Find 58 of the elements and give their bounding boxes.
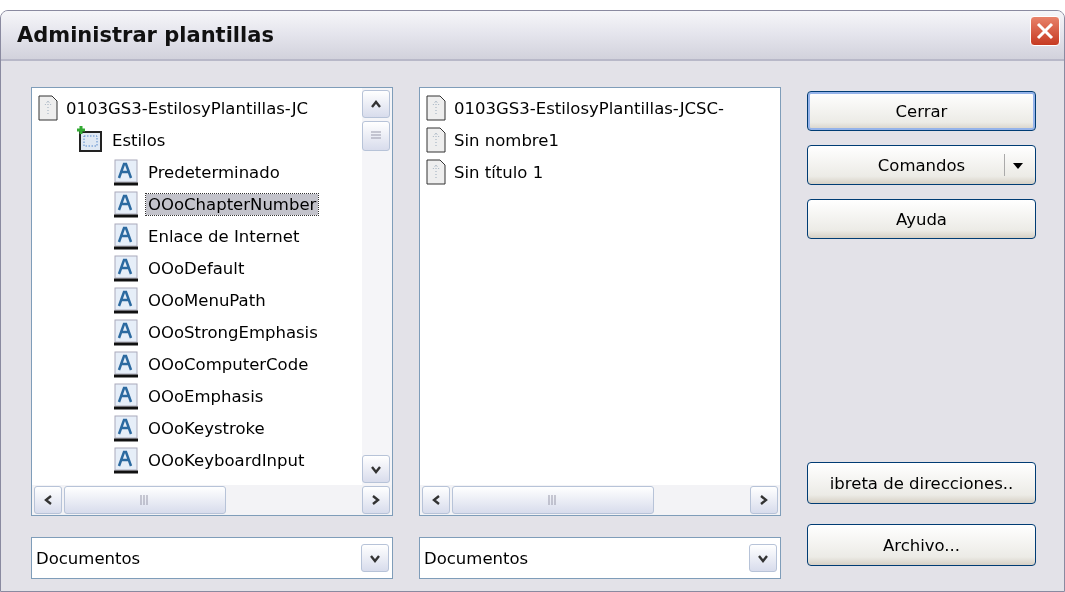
scroll-up-button[interactable]	[362, 90, 390, 118]
tree-item[interactable]: OOoStrongEmphasis	[146, 321, 320, 343]
tree-item[interactable]: OOoDefault	[146, 257, 247, 279]
document-icon	[426, 159, 446, 185]
dropdown[interactable]: Documentos	[419, 537, 781, 579]
tree-item[interactable]: Predeterminado	[146, 161, 282, 183]
style-icon	[114, 286, 140, 314]
grip-icon	[140, 495, 150, 505]
document-icon	[38, 95, 58, 121]
close-dialog-button[interactable]: Cerrar	[807, 91, 1036, 131]
dialog-button[interactable]: Archivo...	[807, 524, 1036, 566]
dropdown-button[interactable]: Comandos	[807, 145, 1036, 185]
dropdown[interactable]: Documentos	[31, 537, 393, 579]
tree-item[interactable]: OOoEmphasis	[146, 385, 266, 407]
scroll-right-button[interactable]	[750, 486, 778, 514]
style-icon	[114, 158, 140, 186]
scroll-down-button[interactable]	[362, 455, 390, 483]
list-item[interactable]: 0103GS3-EstilosyPlantillas-JCSC-	[452, 97, 727, 119]
style-icon	[114, 318, 140, 346]
tree-item[interactable]: Estilos	[110, 129, 168, 151]
tree-item[interactable]: 0103GS3-EstilosyPlantillas-JC	[64, 97, 311, 119]
caret-icon	[1013, 163, 1023, 169]
close-icon	[1036, 22, 1054, 40]
list-item[interactable]: Sin título 1	[452, 161, 546, 183]
grip-icon	[371, 131, 381, 141]
scroll-right-button[interactable]	[362, 486, 390, 514]
document-icon	[426, 127, 446, 153]
vertical-scrollbar[interactable]	[362, 88, 392, 485]
tree-item[interactable]: OOoKeystroke	[146, 417, 267, 439]
style-icon	[114, 222, 140, 250]
scroll-thumb[interactable]	[452, 486, 654, 514]
horizontal-scrollbar[interactable]	[32, 485, 392, 515]
grip-icon	[548, 495, 558, 505]
dialog-button[interactable]: ibreta de direcciones..	[807, 462, 1036, 504]
tree-item[interactable]: OOoMenuPath	[146, 289, 268, 311]
scroll-thumb[interactable]	[64, 486, 226, 514]
close-button[interactable]	[1030, 16, 1060, 46]
style-icon	[114, 446, 140, 474]
window-title: Administrar plantillas	[17, 23, 274, 47]
style-icon	[114, 350, 140, 378]
scroll-left-button[interactable]	[422, 486, 450, 514]
horizontal-scrollbar[interactable]	[420, 485, 780, 515]
document-icon	[426, 95, 446, 121]
style-icon	[114, 414, 140, 442]
styles-icon	[76, 126, 104, 154]
tree-item[interactable]: OOoKeyboardInput	[146, 449, 307, 471]
dropdown-button[interactable]	[361, 544, 389, 572]
scroll-left-button[interactable]	[34, 486, 62, 514]
scroll-thumb[interactable]	[362, 121, 390, 151]
list-item[interactable]: Sin nombre1	[452, 129, 561, 151]
style-icon	[114, 190, 140, 218]
dropdown-button[interactable]	[749, 544, 777, 572]
tree-item[interactable]: OOoChapterNumber	[146, 193, 319, 215]
style-icon	[114, 382, 140, 410]
dialog-button[interactable]: Ayuda	[807, 199, 1036, 239]
tree-item[interactable]: OOoComputerCode	[146, 353, 311, 375]
tree-item[interactable]: Enlace de Internet	[146, 225, 302, 247]
style-icon	[114, 254, 140, 282]
